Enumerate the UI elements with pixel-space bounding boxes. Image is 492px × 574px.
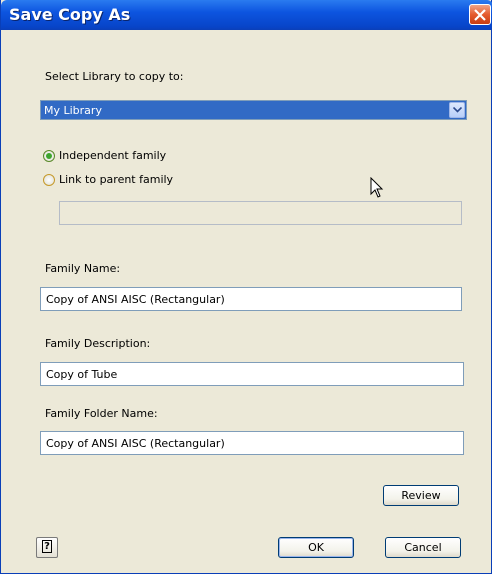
link-parent-family-label[interactable]: Link to parent family [59,173,173,186]
library-select-value: My Library [44,104,102,117]
dropdown-button[interactable] [449,102,465,118]
chevron-down-icon [453,107,462,113]
review-button[interactable]: Review [383,485,459,506]
cancel-button[interactable]: Cancel [385,537,461,558]
ok-button[interactable]: OK [278,537,354,558]
dialog-title: Save Copy As [9,5,131,24]
radio-selected-dot [46,153,52,159]
family-folder-input[interactable]: Copy of ANSI AISC (Rectangular) [40,431,464,455]
close-icon [474,9,486,21]
family-description-value: Copy of Tube [46,368,118,381]
close-button[interactable] [469,4,491,25]
title-bar[interactable]: Save Copy As [1,0,492,30]
parent-family-field [59,201,462,225]
library-select[interactable]: My Library [40,100,467,120]
family-description-label: Family Description: [45,337,151,350]
link-parent-family-radio[interactable] [43,174,55,186]
family-name-value: Copy of ANSI AISC (Rectangular) [46,293,225,306]
help-icon: ? [42,540,52,553]
family-name-input[interactable]: Copy of ANSI AISC (Rectangular) [40,287,462,311]
help-button[interactable]: ? [36,537,58,558]
family-description-input[interactable]: Copy of Tube [40,362,464,386]
family-folder-label: Family Folder Name: [45,407,158,420]
independent-family-radio[interactable] [43,150,55,162]
family-folder-value: Copy of ANSI AISC (Rectangular) [46,437,225,450]
mouse-cursor-icon [370,177,384,198]
family-name-label: Family Name: [45,262,121,275]
library-label: Select Library to copy to: [45,70,184,83]
independent-family-label[interactable]: Independent family [59,149,166,162]
